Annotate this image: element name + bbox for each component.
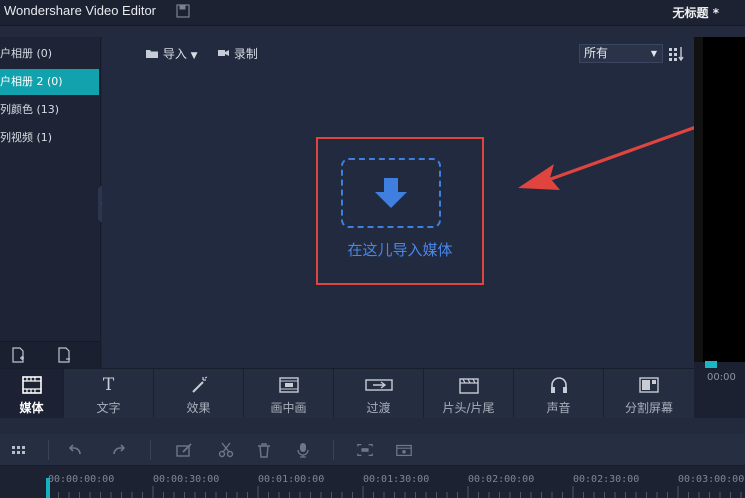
save-icon[interactable] [176, 4, 190, 18]
timeline-playhead[interactable] [46, 478, 50, 498]
remove-album-icon[interactable] [57, 347, 71, 363]
chevron-down-icon: ▼ [190, 51, 198, 61]
dropzone-label[interactable]: 在这儿导入媒体 [316, 239, 484, 260]
import-button[interactable]: 导入 ▼ [145, 45, 198, 62]
preview-controls [694, 362, 745, 418]
add-album-icon[interactable] [11, 347, 25, 363]
redo-icon[interactable] [110, 442, 128, 458]
edit-icon[interactable] [175, 442, 193, 458]
timeline-divider [0, 418, 745, 434]
album-item-label: 列视频 (1) [0, 131, 53, 144]
transition-icon [364, 379, 393, 391]
tab-label: 过渡 [366, 401, 391, 415]
tab-effects[interactable]: 效果 [154, 369, 244, 419]
tab-pip[interactable]: 画中画 [244, 369, 334, 419]
scissors-icon[interactable] [217, 442, 235, 458]
tab-label: 片头/片尾 [442, 401, 495, 415]
toolbar-separator [333, 440, 334, 460]
magic-wand-icon [191, 376, 207, 393]
album-item-selected[interactable]: 户相册 2 (0) [0, 69, 99, 95]
tab-label: 文字 [96, 401, 121, 415]
preview-scrubber[interactable] [705, 361, 717, 368]
record-label: 录制 [233, 47, 258, 61]
toolbar-separator [48, 440, 49, 460]
tab-label: 媒体 [19, 401, 44, 415]
timeline-toolbar [0, 434, 745, 466]
clapper-icon [458, 378, 479, 394]
undo-icon[interactable] [66, 442, 84, 458]
album-item-label: 户相册 2 (0) [0, 75, 63, 88]
top-divider [0, 26, 745, 37]
ruler-label: 00:03:00:00 [678, 474, 745, 485]
fit-timeline-icon[interactable] [356, 442, 374, 458]
record-button[interactable]: 录制 [218, 45, 258, 62]
ruler-label: 00:02:00:00 [468, 474, 535, 485]
tab-label: 画中画 [270, 401, 307, 415]
tab-transitions[interactable]: 过渡 [334, 369, 424, 419]
download-arrow-icon [375, 178, 407, 208]
ruler-label: 00:02:30:00 [573, 474, 640, 485]
app-window: Wondershare Video Editor 无标题 * 户相册 (0) 户… [0, 0, 745, 498]
headphones-icon [550, 377, 567, 393]
tab-label: 声音 [546, 401, 571, 415]
pip-icon [278, 377, 299, 393]
ruler-label: 00:01:30:00 [363, 474, 430, 485]
preview-screen [703, 37, 745, 362]
film-icon [21, 376, 42, 394]
ruler-label: 00:01:00:00 [258, 474, 325, 485]
album-item[interactable]: 列视频 (1) [0, 125, 99, 151]
camera-icon [218, 50, 229, 56]
microphone-icon[interactable] [294, 442, 312, 458]
document-title: 无标题 * [672, 6, 719, 20]
import-label: 导入 [162, 47, 187, 61]
preview-time: 00:00 [707, 372, 736, 383]
feature-tab-bar: 媒体 T 文字 效果 画中画 过渡 片头/片尾 声音 分割屏幕 [0, 368, 694, 419]
ruler-label: 00:00:00:00 [48, 474, 115, 485]
album-footer [0, 341, 100, 368]
ruler-label: 00:00:30:00 [153, 474, 220, 485]
album-item-label: 列颜色 (13) [0, 103, 60, 116]
album-item-label: 户相册 (0) [0, 47, 53, 60]
title-bar: Wondershare Video Editor 无标题 * [0, 0, 745, 26]
grid-view-icon[interactable] [10, 442, 28, 458]
chevron-down-icon: ▼ [650, 49, 657, 58]
view-mode-icon[interactable] [668, 46, 686, 62]
tab-media[interactable]: 媒体 [0, 369, 64, 419]
album-item[interactable]: 列颜色 (13) [0, 97, 99, 123]
tab-audio[interactable]: 声音 [514, 369, 604, 419]
tab-split-screen[interactable]: 分割屏幕 [604, 369, 694, 419]
media-filter-select[interactable]: 所有 ▼ [579, 44, 663, 63]
app-title: Wondershare Video Editor [4, 3, 157, 18]
tab-intro-credits[interactable]: 片头/片尾 [424, 369, 514, 419]
album-panel: 户相册 (0) 户相册 2 (0) 列颜色 (13) 列视频 (1) [0, 37, 101, 368]
split-screen-icon [639, 377, 659, 393]
tab-text[interactable]: T 文字 [64, 369, 154, 419]
folder-icon [146, 50, 158, 58]
filter-value: 所有 [584, 46, 609, 60]
toolbar-separator [150, 440, 151, 460]
screen-record-icon[interactable] [395, 442, 413, 458]
trash-icon[interactable] [255, 442, 273, 458]
ruler-ticks [47, 486, 742, 498]
album-item[interactable]: 户相册 (0) [0, 41, 99, 67]
tab-label: 效果 [186, 401, 211, 415]
text-icon: T [102, 375, 115, 395]
tab-label: 分割屏幕 [624, 401, 673, 415]
